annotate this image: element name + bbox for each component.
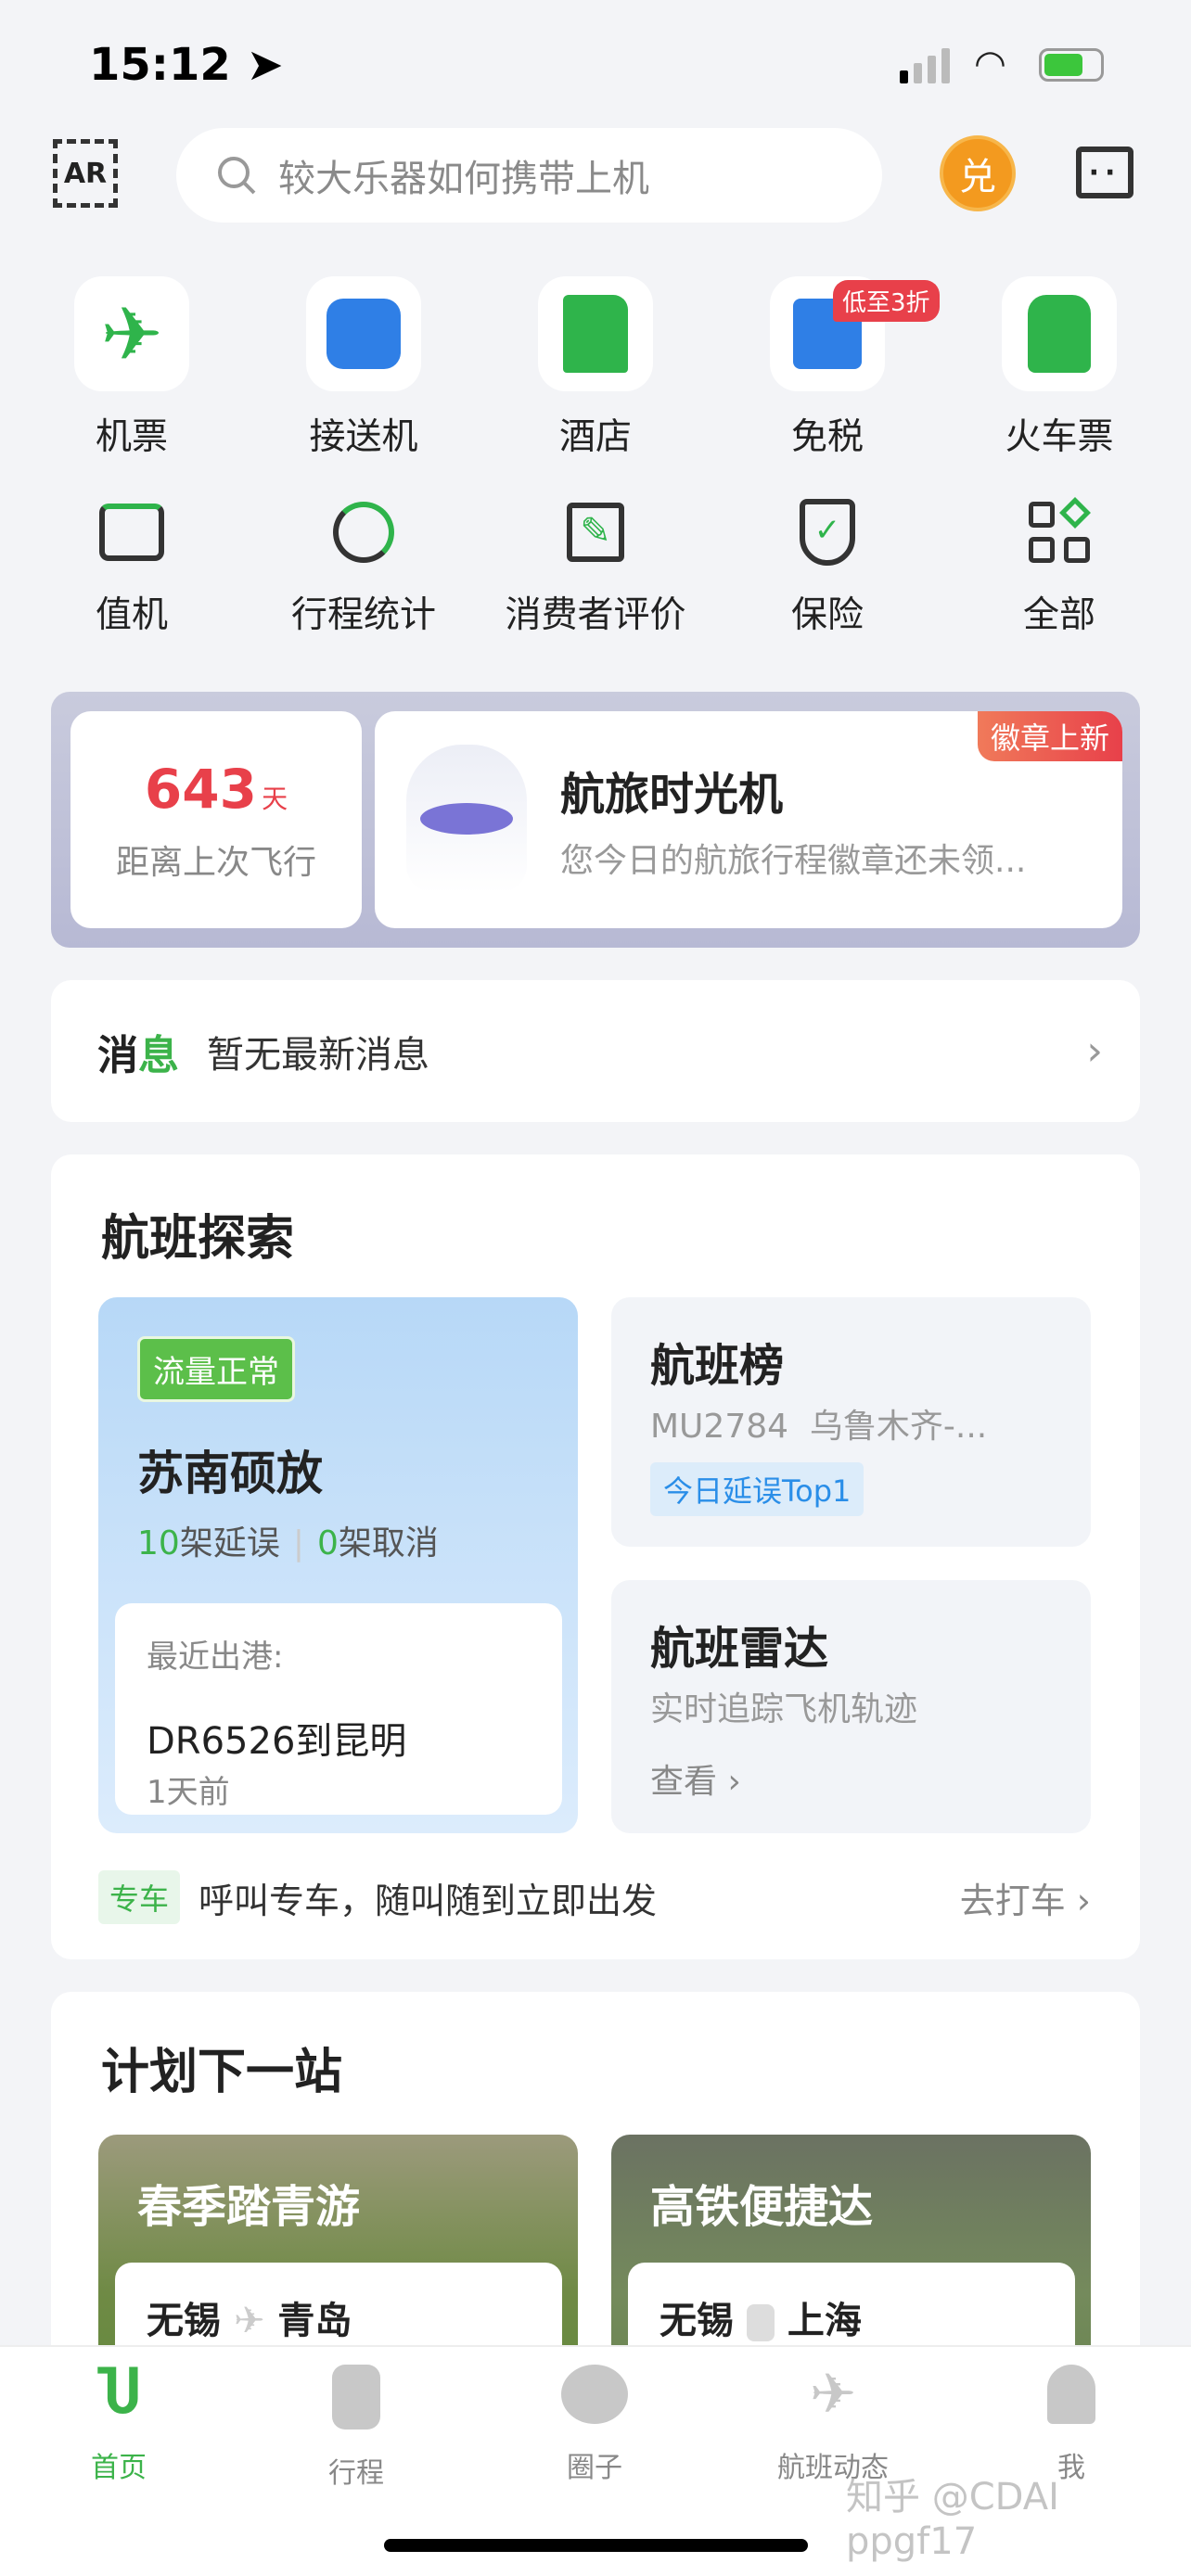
radar-view-link[interactable]: 查看 › — [650, 1754, 741, 1803]
train-icon — [746, 2304, 775, 2341]
plane-icon: ✈ — [100, 290, 163, 377]
pie-chart-icon — [333, 502, 394, 563]
grid-item-trip-stats[interactable]: 行程统计 — [262, 495, 466, 638]
days-since-flight-card: 643 天 距离上次飞行 — [70, 711, 362, 928]
plane-icon: ✈ — [809, 2362, 857, 2427]
chevron-right-icon: › — [1076, 1880, 1091, 1921]
flight-radar-card[interactable]: 航班雷达 实时追踪飞机轨迹 查看 › — [611, 1580, 1091, 1833]
time-machine-card[interactable]: 航旅时光机 您今日的航旅行程徽章还未领... 徽章上新 — [375, 711, 1122, 928]
status-time: 15:12 ➤ — [89, 39, 284, 91]
edit-icon: ✎ — [567, 503, 624, 562]
home-indicator — [384, 2539, 808, 2552]
signal-icon — [900, 48, 950, 83]
car-icon — [327, 299, 401, 369]
recent-departure-card[interactable]: 最近出港: DR6526到昆明 1天前 — [115, 1603, 562, 1815]
message-bar[interactable]: 消息 暂无最新消息 › — [51, 980, 1140, 1122]
call-car-link[interactable]: 去打车 › — [960, 1872, 1091, 1923]
traffic-status-badge: 流量正常 — [137, 1336, 295, 1402]
airport-card[interactable]: 流量正常 苏南硕放 10架延误 | 0架取消 最近出港: DR6526到昆明 1天前 — [98, 1297, 578, 1833]
ufo-badge-image — [406, 745, 527, 893]
discount-badge: 低至3折 — [833, 280, 940, 322]
flight-explore-section: 航班探索 流量正常 苏南硕放 10架延误 | 0架取消 最近出港: DR6526到昆… — [51, 1154, 1140, 1959]
new-badge-tag: 徽章上新 — [977, 711, 1122, 761]
grid-item-flight[interactable]: ✈ 机票 — [30, 276, 234, 460]
chevron-right-icon: › — [727, 1763, 741, 1801]
flight-ranking-card[interactable]: 航班榜 MU2784 乌鲁木齐-... 今日延误Top1 — [611, 1297, 1091, 1547]
grid-item-checkin[interactable]: 值机 — [30, 495, 234, 638]
apps-icon — [1029, 497, 1091, 563]
tab-trips[interactable]: 行程 — [237, 2365, 475, 2491]
shield-icon: ✓ — [800, 499, 855, 566]
search-icon — [218, 157, 256, 195]
tab-circle[interactable]: 圈子 — [476, 2365, 713, 2485]
chevron-right-icon: › — [1086, 1027, 1103, 1075]
watermark: 知乎 @CDAI ppgf17 — [846, 2476, 1059, 2563]
message-icon[interactable]: ·· — [1076, 147, 1133, 198]
tab-home[interactable]: Ⴎ 首页 — [0, 2365, 237, 2485]
ride-hailing-row[interactable]: 专车 呼叫专车，随叫随到立即出发 去打车 › — [98, 1870, 1091, 1924]
home-logo-icon: Ⴎ — [96, 2362, 141, 2427]
grid-item-duty-free[interactable]: 低至3折 免税 — [725, 276, 940, 460]
hotel-icon — [563, 295, 628, 373]
grid-item-hotel[interactable]: 酒店 — [493, 276, 698, 460]
grid-item-transfer[interactable]: 接送机 — [262, 276, 466, 460]
delay-top-tag: 今日延误Top1 — [650, 1462, 864, 1516]
train-icon — [1028, 295, 1091, 373]
search-input[interactable]: 较大乐器如何携带上机 — [176, 128, 882, 223]
wifi-icon: ◠ — [974, 43, 1006, 85]
checkin-icon — [99, 504, 164, 561]
grid-item-all[interactable]: 全部 — [957, 495, 1161, 638]
ar-scan-button[interactable]: AR — [53, 139, 118, 208]
coin-exchange-button[interactable]: 兑 — [940, 135, 1016, 211]
luggage-icon — [332, 2365, 380, 2429]
battery-icon — [1039, 48, 1104, 82]
user-icon — [1047, 2365, 1095, 2424]
location-arrow-icon: ➤ — [246, 39, 284, 91]
chat-bubble-icon — [561, 2365, 628, 2424]
plane-icon: ✈ — [233, 2300, 265, 2342]
grid-item-insurance[interactable]: ✓ 保险 — [725, 495, 929, 638]
search-placeholder: 较大乐器如何携带上机 — [278, 158, 649, 200]
grid-item-reviews[interactable]: ✎ 消费者评价 — [493, 495, 698, 638]
grid-item-train[interactable]: 火车票 — [957, 276, 1161, 460]
